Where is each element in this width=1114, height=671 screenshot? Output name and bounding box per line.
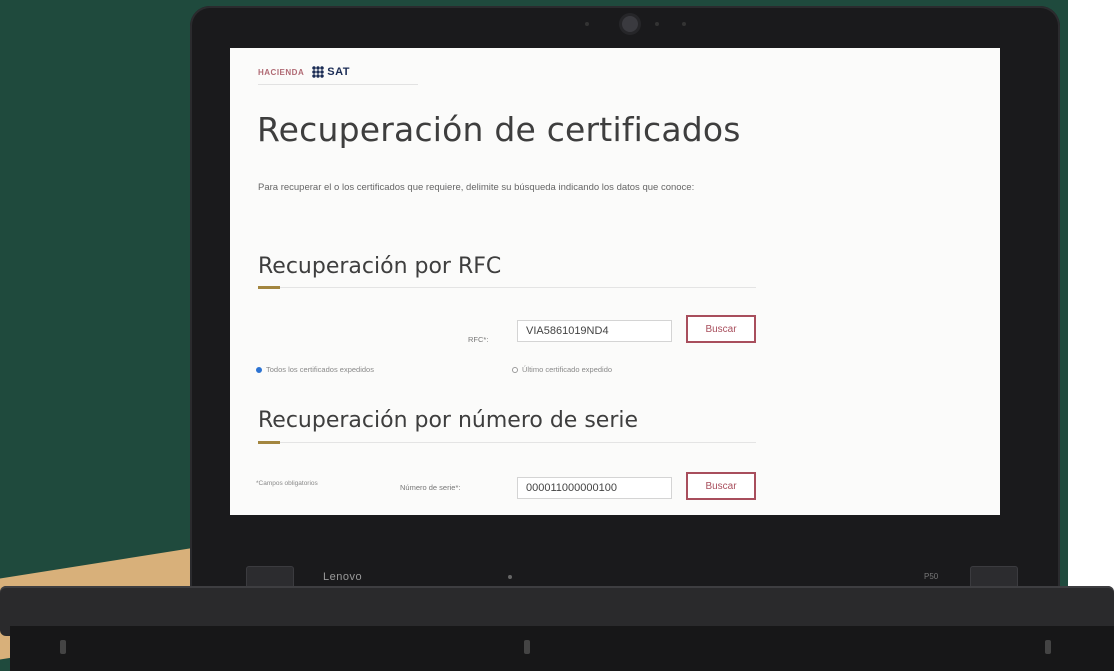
page-title: Recuperación de certificados: [257, 110, 741, 149]
serial-field-label: Número de serie*:: [400, 483, 461, 492]
laptop-model: P50: [924, 572, 939, 581]
serial-section-title: Recuperación por número de serie: [258, 408, 639, 433]
rfc-section-divider: [258, 287, 756, 288]
radio-selected-icon[interactable]: [256, 366, 262, 373]
serial-search-button[interactable]: Buscar: [686, 472, 756, 500]
rfc-search-button[interactable]: Buscar: [686, 315, 756, 343]
camera-sensor: [682, 22, 686, 26]
page-intro: Para recuperar el o los certificados que…: [258, 182, 695, 193]
power-indicator-icon: [508, 575, 512, 579]
background-right-strip: [1068, 0, 1114, 671]
radio-all-label: Todos los certificados expedidos: [266, 365, 374, 374]
camera-sensor: [585, 22, 589, 26]
radio-all-certificates[interactable]: Todos los certificados expedidos: [256, 365, 374, 374]
camera-sensor: [655, 22, 659, 26]
webcam-icon: [622, 16, 638, 32]
radio-last-certificate[interactable]: Último certificado expedido: [512, 365, 612, 374]
hacienda-logo: HACIENDA: [258, 67, 305, 77]
laptop-screen: HACIENDA SAT Recuperación de certificado…: [230, 48, 1000, 515]
rfc-section-title: Recuperación por RFC: [258, 254, 502, 279]
laptop-foot: [524, 640, 530, 654]
header-divider: [258, 84, 418, 85]
serial-section-accent: [258, 441, 280, 444]
header-logos: HACIENDA SAT: [258, 66, 350, 78]
serial-input[interactable]: 000011000000100: [517, 477, 672, 499]
sat-logo: SAT: [312, 66, 350, 78]
radio-unselected-icon[interactable]: [512, 366, 518, 373]
laptop-foot: [1045, 640, 1051, 654]
laptop-brand: Lenovo: [323, 571, 363, 583]
serial-section-divider: [258, 442, 756, 443]
rfc-field-label: RFC*:: [468, 335, 489, 344]
laptop-foot: [60, 640, 66, 654]
laptop-base-front: [10, 626, 1114, 671]
sat-logo-text: SAT: [327, 66, 350, 78]
required-fields-note: *Campos obligatorios: [256, 480, 318, 487]
sat-logo-icon: [312, 66, 325, 78]
rfc-section-accent: [258, 286, 280, 289]
rfc-input[interactable]: VIA5861019ND4: [517, 320, 672, 342]
radio-last-label: Último certificado expedido: [522, 365, 613, 374]
